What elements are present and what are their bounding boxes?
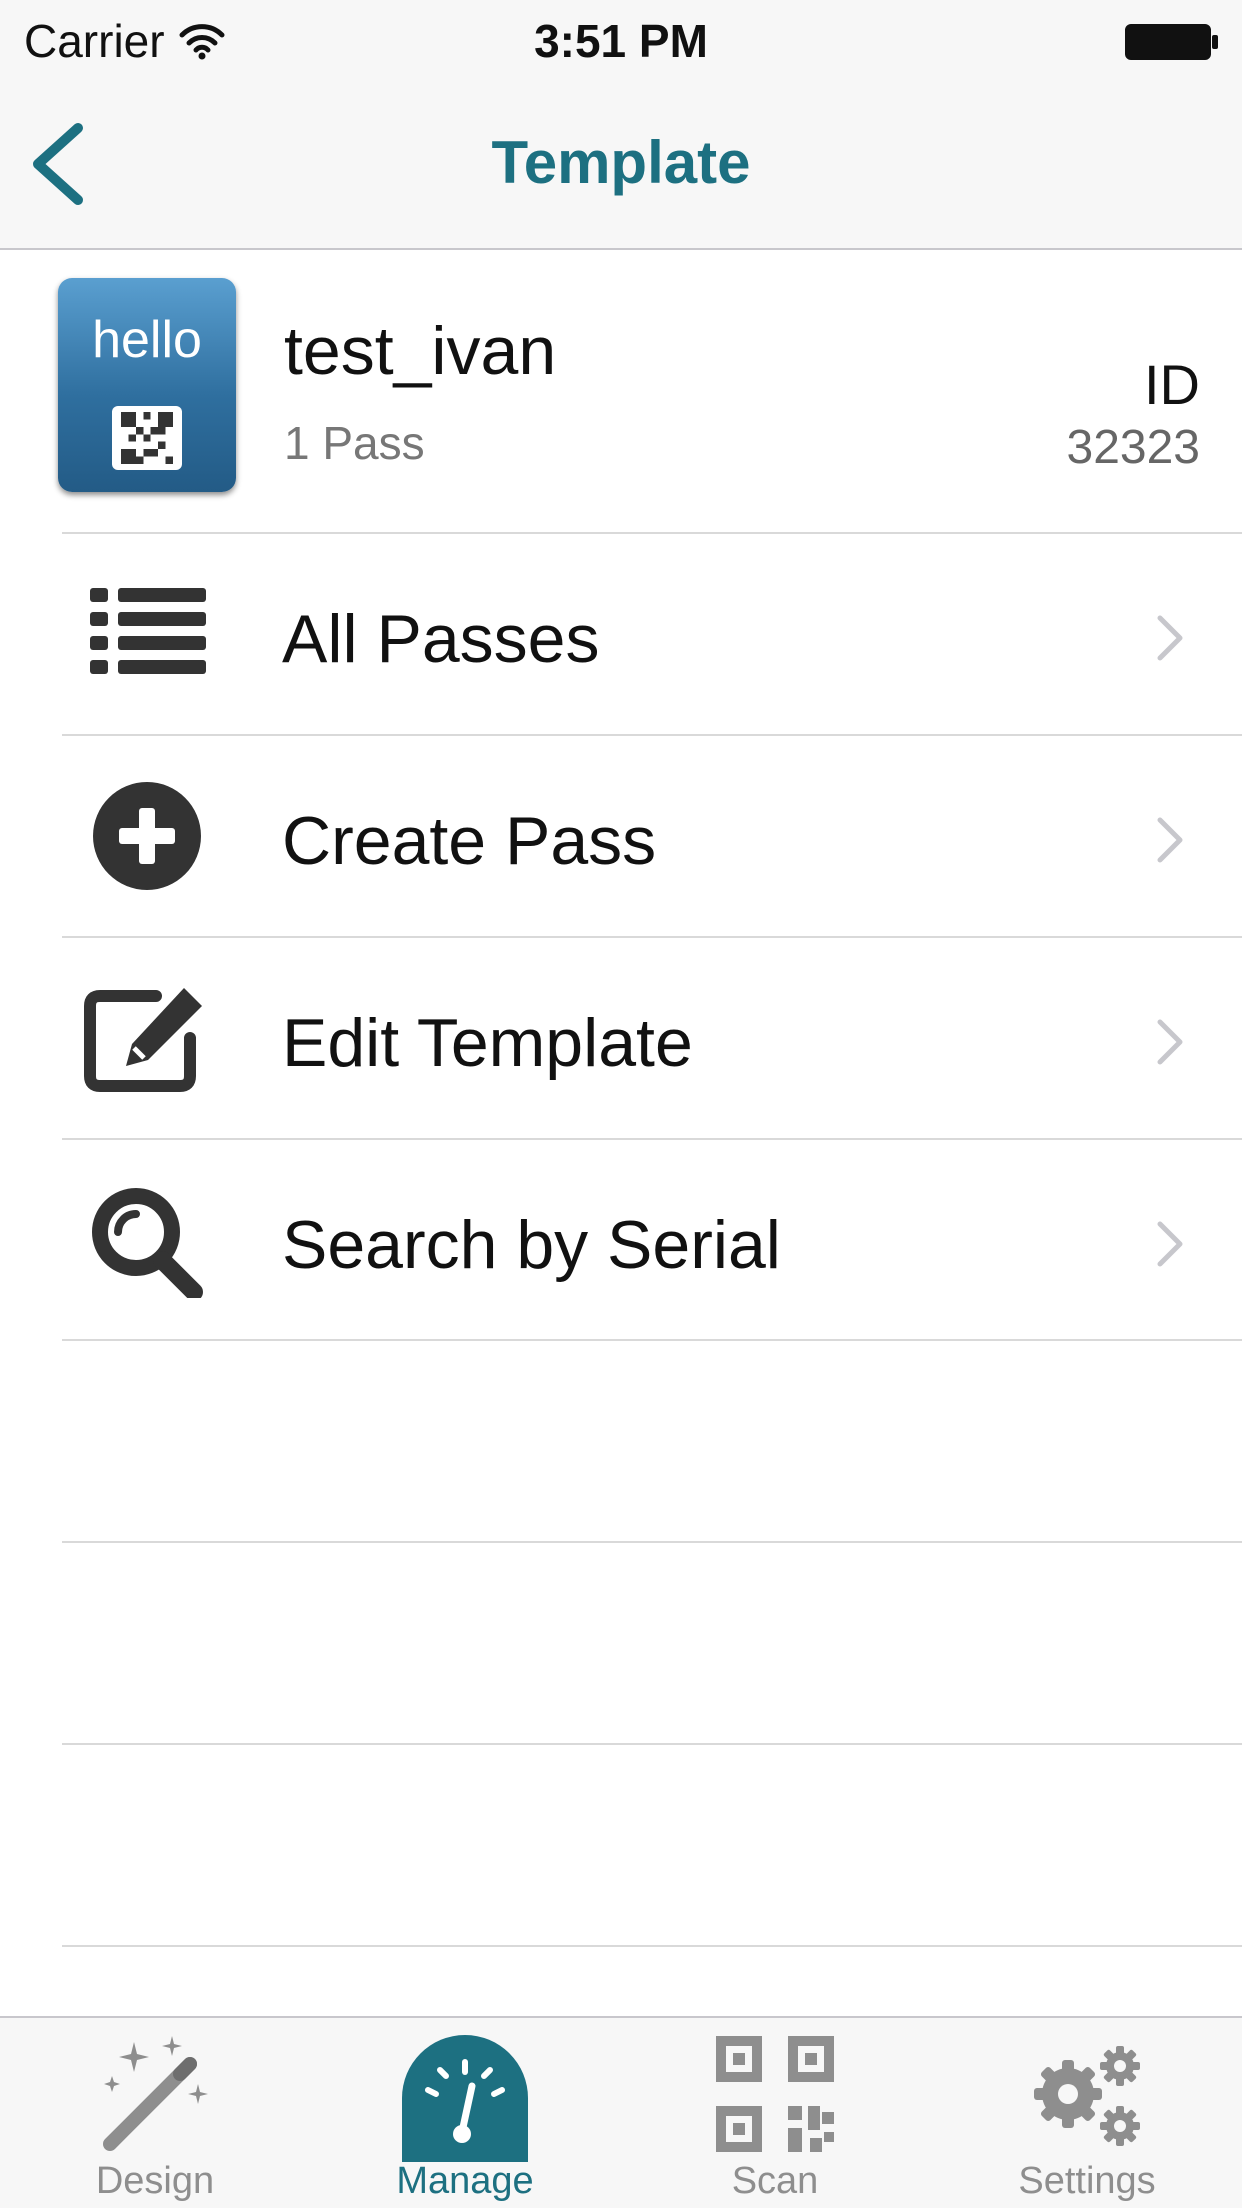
divider: [62, 1945, 1242, 1947]
menu-item-all-passes[interactable]: All Passes: [0, 534, 1242, 734]
qr-code-icon: [112, 406, 182, 470]
chevron-right-icon: [1157, 1221, 1183, 1267]
template-header: hello test_ivan 1 Pass ID 32323: [0, 252, 1242, 532]
status-bar: Carrier 3:51 PM: [0, 0, 1242, 84]
template-thumbnail: hello: [58, 278, 236, 492]
menu-item-search-by-serial[interactable]: Search by Serial: [0, 1140, 1242, 1340]
plus-circle-icon: [84, 778, 210, 894]
divider: [62, 1339, 1242, 1341]
tab-label: Design: [95, 2160, 215, 2202]
menu-item-label: Search by Serial: [282, 1207, 781, 1283]
id-value: 32323: [1066, 421, 1200, 474]
tab-settings[interactable]: Settings: [932, 2018, 1242, 2208]
tab-manage[interactable]: Manage: [310, 2018, 620, 2208]
template-name: test_ivan: [284, 313, 557, 389]
menu-item-edit-template[interactable]: Edit Template: [0, 938, 1242, 1138]
gears-icon: [1022, 2032, 1152, 2162]
qr-code-icon: [710, 2032, 840, 2162]
status-time: 3:51 PM: [534, 15, 708, 67]
divider: [62, 1541, 1242, 1543]
tab-bar: Design Manage Scan Settings: [0, 2016, 1242, 2208]
battery-icon: [1125, 24, 1218, 60]
search-icon: [84, 1182, 210, 1298]
chevron-right-icon: [1157, 615, 1183, 661]
list-icon: [84, 576, 210, 692]
pass-count: 1 Pass: [284, 417, 425, 469]
menu-item-label: Create Pass: [282, 803, 657, 879]
page-title: Template: [491, 129, 751, 196]
menu-item-label: Edit Template: [282, 1005, 693, 1081]
chevron-right-icon: [1157, 817, 1183, 863]
id-label: ID: [1144, 353, 1200, 416]
tab-label: Settings: [1018, 2160, 1156, 2202]
menu-item-create-pass[interactable]: Create Pass: [0, 736, 1242, 936]
chevron-right-icon: [1157, 1019, 1183, 1065]
tab-design[interactable]: Design: [0, 2018, 310, 2208]
tab-label: Manage: [396, 2160, 534, 2202]
tab-scan[interactable]: Scan: [620, 2018, 930, 2208]
dashboard-icon: [400, 2032, 530, 2162]
divider: [62, 1743, 1242, 1745]
menu-item-label: All Passes: [282, 601, 600, 677]
thumbnail-text: hello: [92, 311, 202, 369]
tab-label: Scan: [731, 2160, 819, 2202]
navigation-bar: Template: [0, 84, 1242, 250]
edit-icon: [84, 980, 210, 1096]
magic-wand-icon: [90, 2032, 220, 2162]
